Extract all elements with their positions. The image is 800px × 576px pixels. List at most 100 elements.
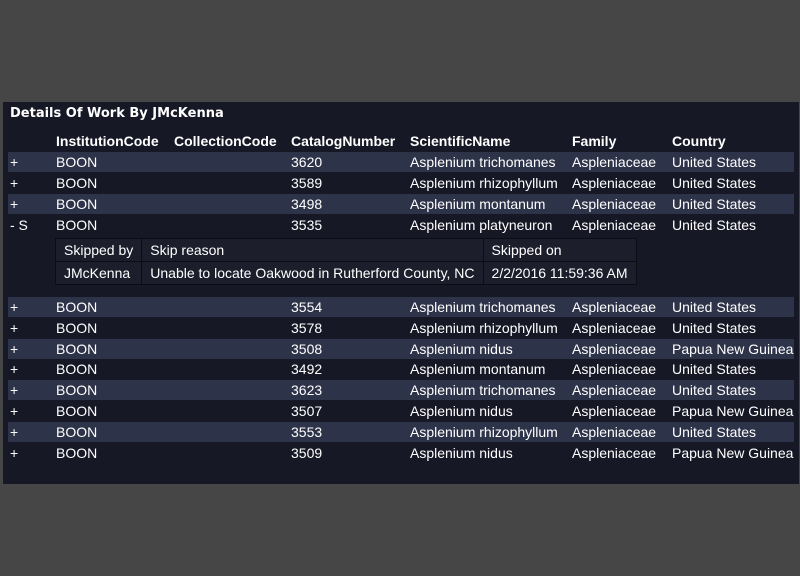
expand-button[interactable]: + [8, 296, 54, 318]
cell-collection [172, 359, 289, 381]
work-grid: InstitutionCode CollectionCode CatalogNu… [8, 130, 794, 464]
table-row: + BOON 3492 Asplenium montanum Aspleniac… [8, 359, 794, 381]
expand-button[interactable]: + [8, 379, 54, 402]
cell-scientific: Asplenium trichomanes [408, 296, 570, 318]
expand-button[interactable]: + [8, 152, 54, 174]
cell-country: Papua New Guinea [670, 442, 794, 464]
cell-scientific: Asplenium rhizophyllum [408, 421, 570, 443]
panel-title: Details Of Work By JMcKenna [10, 106, 224, 121]
cell-scientific: Asplenium trichomanes [408, 152, 570, 174]
skip-value-row: JMcKenna Unable to locate Oakwood in Rut… [54, 260, 637, 285]
cell-scientific: Asplenium trichomanes [408, 379, 570, 402]
cell-institution: BOON [54, 442, 172, 464]
cell-catalog: 3498 [289, 193, 408, 215]
cell-scientific: Asplenium nidus [408, 338, 570, 360]
table-row: + BOON 3623 Asplenium trichomanes Asplen… [8, 379, 794, 402]
cell-catalog: 3535 [289, 214, 408, 236]
cell-catalog: 3492 [289, 359, 408, 381]
cell-catalog: 3508 [289, 338, 408, 360]
cell-family: Aspleniaceae [570, 296, 670, 318]
cell-catalog: 3507 [289, 400, 408, 422]
header-catalog-number[interactable]: CatalogNumber [289, 130, 408, 152]
cell-institution: BOON [54, 152, 172, 174]
expand-button[interactable]: + [8, 338, 54, 360]
cell-country: United States [670, 152, 794, 174]
cell-family: Aspleniaceae [570, 421, 670, 443]
header-scientific-name[interactable]: ScientificName [408, 130, 570, 152]
details-panel: Details Of Work By JMcKenna InstitutionC… [3, 102, 799, 484]
cell-collection [172, 317, 289, 339]
skip-header-skip-reason: Skip reason [141, 237, 484, 262]
expand-button[interactable]: + [8, 193, 54, 215]
skip-header-skipped-on: Skipped on [482, 237, 637, 262]
cell-family: Aspleniaceae [570, 193, 670, 215]
cell-family: Aspleniaceae [570, 172, 670, 195]
cell-scientific: Asplenium nidus [408, 442, 570, 464]
cell-family: Aspleniaceae [570, 214, 670, 236]
cell-institution: BOON [54, 359, 172, 381]
cell-country: United States [670, 359, 794, 381]
cell-collection [172, 421, 289, 443]
cell-institution: BOON [54, 421, 172, 443]
cell-scientific: Asplenium platyneuron [408, 214, 570, 236]
table-row: + BOON 3509 Asplenium nidus Aspleniaceae… [8, 442, 794, 464]
cell-family: Aspleniaceae [570, 317, 670, 339]
cell-family: Aspleniaceae [570, 400, 670, 422]
header-country[interactable]: Country [670, 130, 794, 152]
cell-country: United States [670, 193, 794, 215]
cell-family: Aspleniaceae [570, 338, 670, 360]
cell-collection [172, 193, 289, 215]
expand-button[interactable]: + [8, 317, 54, 339]
table-row: + BOON 3498 Asplenium montanum Aspleniac… [8, 193, 794, 215]
cell-country: United States [670, 214, 794, 236]
table-row: + BOON 3553 Asplenium rhizophyllum Asple… [8, 421, 794, 443]
cell-family: Aspleniaceae [570, 442, 670, 464]
table-row: + BOON 3620 Asplenium trichomanes Asplen… [8, 152, 794, 174]
cell-catalog: 3623 [289, 379, 408, 402]
cell-institution: BOON [54, 214, 172, 236]
cell-country: United States [670, 421, 794, 443]
cell-country: United States [670, 172, 794, 195]
cell-scientific: Asplenium montanum [408, 359, 570, 381]
cell-collection [172, 338, 289, 360]
header-institution-code[interactable]: InstitutionCode [54, 130, 172, 152]
table-row: + BOON 3508 Asplenium nidus Aspleniaceae… [8, 338, 794, 360]
cell-institution: BOON [54, 379, 172, 402]
cell-institution: BOON [54, 317, 172, 339]
cell-family: Aspleniaceae [570, 152, 670, 174]
expand-button[interactable]: + [8, 172, 54, 195]
collapse-button[interactable]: - S [8, 214, 54, 236]
header-family[interactable]: Family [570, 130, 670, 152]
skip-detail-row: Skipped by Skip reason Skipped on JMcKen… [8, 235, 794, 297]
cell-scientific: Asplenium nidus [408, 400, 570, 422]
skip-detail-wrapper: Skipped by Skip reason Skipped on JMcKen… [8, 236, 794, 297]
table-row: + BOON 3507 Asplenium nidus Aspleniaceae… [8, 400, 794, 422]
skip-value-skipped-by: JMcKenna [54, 260, 143, 285]
cell-institution: BOON [54, 338, 172, 360]
skip-detail-table: Skipped by Skip reason Skipped on JMcKen… [54, 237, 637, 285]
cell-scientific: Asplenium rhizophyllum [408, 172, 570, 195]
skip-detail-cell: Skipped by Skip reason Skipped on JMcKen… [8, 235, 794, 297]
cell-country: Papua New Guinea [670, 338, 794, 360]
header-row: InstitutionCode CollectionCode CatalogNu… [8, 130, 794, 152]
cell-collection [172, 379, 289, 402]
expand-button[interactable]: + [8, 442, 54, 464]
cell-collection [172, 400, 289, 422]
cell-collection [172, 172, 289, 195]
cell-country: United States [670, 296, 794, 318]
header-collection-code[interactable]: CollectionCode [172, 130, 289, 152]
expand-button[interactable]: + [8, 421, 54, 443]
cell-catalog: 3589 [289, 172, 408, 195]
cell-catalog: 3578 [289, 317, 408, 339]
cell-collection [172, 152, 289, 174]
cell-catalog: 3509 [289, 442, 408, 464]
table-row: - S BOON 3535 Asplenium platyneuron Aspl… [8, 214, 794, 236]
expand-button[interactable]: + [8, 359, 54, 381]
cell-catalog: 3553 [289, 421, 408, 443]
cell-collection [172, 296, 289, 318]
cell-country: Papua New Guinea [670, 400, 794, 422]
expand-button[interactable]: + [8, 400, 54, 422]
cell-country: United States [670, 379, 794, 402]
cell-family: Aspleniaceae [570, 379, 670, 402]
table-row: + BOON 3578 Asplenium rhizophyllum Asple… [8, 317, 794, 339]
